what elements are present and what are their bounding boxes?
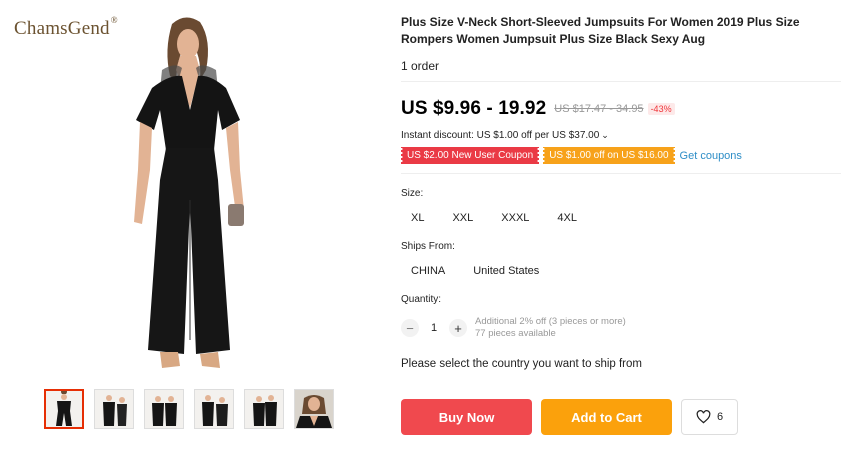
divider	[401, 81, 841, 82]
quantity-info: Additional 2% off (3 pieces or more) 77 …	[475, 316, 626, 340]
quantity-stepper: − 1 + Additional 2% off (3 pieces or mor…	[401, 316, 841, 340]
new-user-coupon[interactable]: US $2.00 New User Coupon	[399, 147, 541, 164]
product-info: Plus Size V-Neck Short-Sleeved Jumpsuits…	[399, 14, 841, 370]
size-options: XL XXL XXXL 4XL	[401, 209, 841, 227]
original-price: US $17.47 - 34.95	[554, 103, 644, 115]
get-coupons-link[interactable]: Get coupons	[680, 150, 742, 162]
quantity-label: Quantity:	[401, 294, 442, 305]
stock-available: 77 pieces available	[475, 328, 556, 339]
add-to-cart-button[interactable]: Add to Cart	[541, 399, 672, 435]
store-coupon[interactable]: US $1.00 off on US $16.00	[542, 147, 676, 164]
price: US $9.96 - 19.92	[401, 98, 547, 119]
ship-option-united-states[interactable]: United States	[463, 262, 549, 280]
thumbnail-6[interactable]	[294, 389, 334, 429]
shipping-notice: Please select the country you want to sh…	[401, 358, 642, 370]
quantity-input[interactable]: 1	[419, 322, 449, 334]
price-row: US $9.96 - 19.92 US $17.47 - 34.95 -43%	[401, 97, 841, 121]
quantity-increase-button[interactable]: +	[449, 319, 467, 337]
main-product-image[interactable]	[90, 10, 280, 380]
instant-discount[interactable]: Instant discount: US $1.00 off per US $3…	[401, 130, 841, 141]
discount-badge: -43%	[647, 103, 675, 115]
size-option-xxxl[interactable]: XXXL	[491, 209, 539, 227]
quantity-decrease-button[interactable]: −	[401, 319, 419, 337]
wishlist-count: 6	[716, 411, 724, 423]
thumbnail-strip	[44, 389, 334, 429]
size-option-xxl[interactable]: XXL	[442, 209, 483, 227]
ships-from-options: CHINA United States	[401, 262, 841, 280]
size-label: Size:	[401, 188, 424, 199]
thumbnail-5[interactable]	[244, 389, 284, 429]
thumbnail-2[interactable]	[94, 389, 134, 429]
thumbnail-1[interactable]	[44, 389, 84, 429]
order-count: 1 order	[401, 59, 440, 73]
product-gallery: ChamsGend®	[0, 0, 390, 453]
bulk-discount-note: Additional 2% off (3 pieces or more)	[475, 316, 626, 327]
coupon-row: US $2.00 New User Coupon US $1.00 off on…	[399, 147, 841, 164]
wishlist-button[interactable]: 6	[681, 399, 738, 435]
size-option-4xl[interactable]: 4XL	[547, 209, 587, 227]
ship-option-china[interactable]: CHINA	[401, 262, 455, 280]
chevron-down-icon: ⌄	[601, 130, 609, 140]
size-option-xl[interactable]: XL	[401, 209, 434, 227]
thumbnail-3[interactable]	[144, 389, 184, 429]
ships-from-label: Ships From:	[401, 241, 455, 252]
heart-icon	[696, 410, 711, 424]
buy-now-button[interactable]: Buy Now	[401, 399, 532, 435]
action-bar: Buy Now Add to Cart 6	[401, 399, 738, 435]
instant-discount-text: Instant discount: US $1.00 off per US $3…	[401, 130, 600, 141]
divider	[401, 173, 841, 174]
product-title: Plus Size V-Neck Short-Sleeved Jumpsuits…	[401, 15, 800, 46]
thumbnail-4[interactable]	[194, 389, 234, 429]
